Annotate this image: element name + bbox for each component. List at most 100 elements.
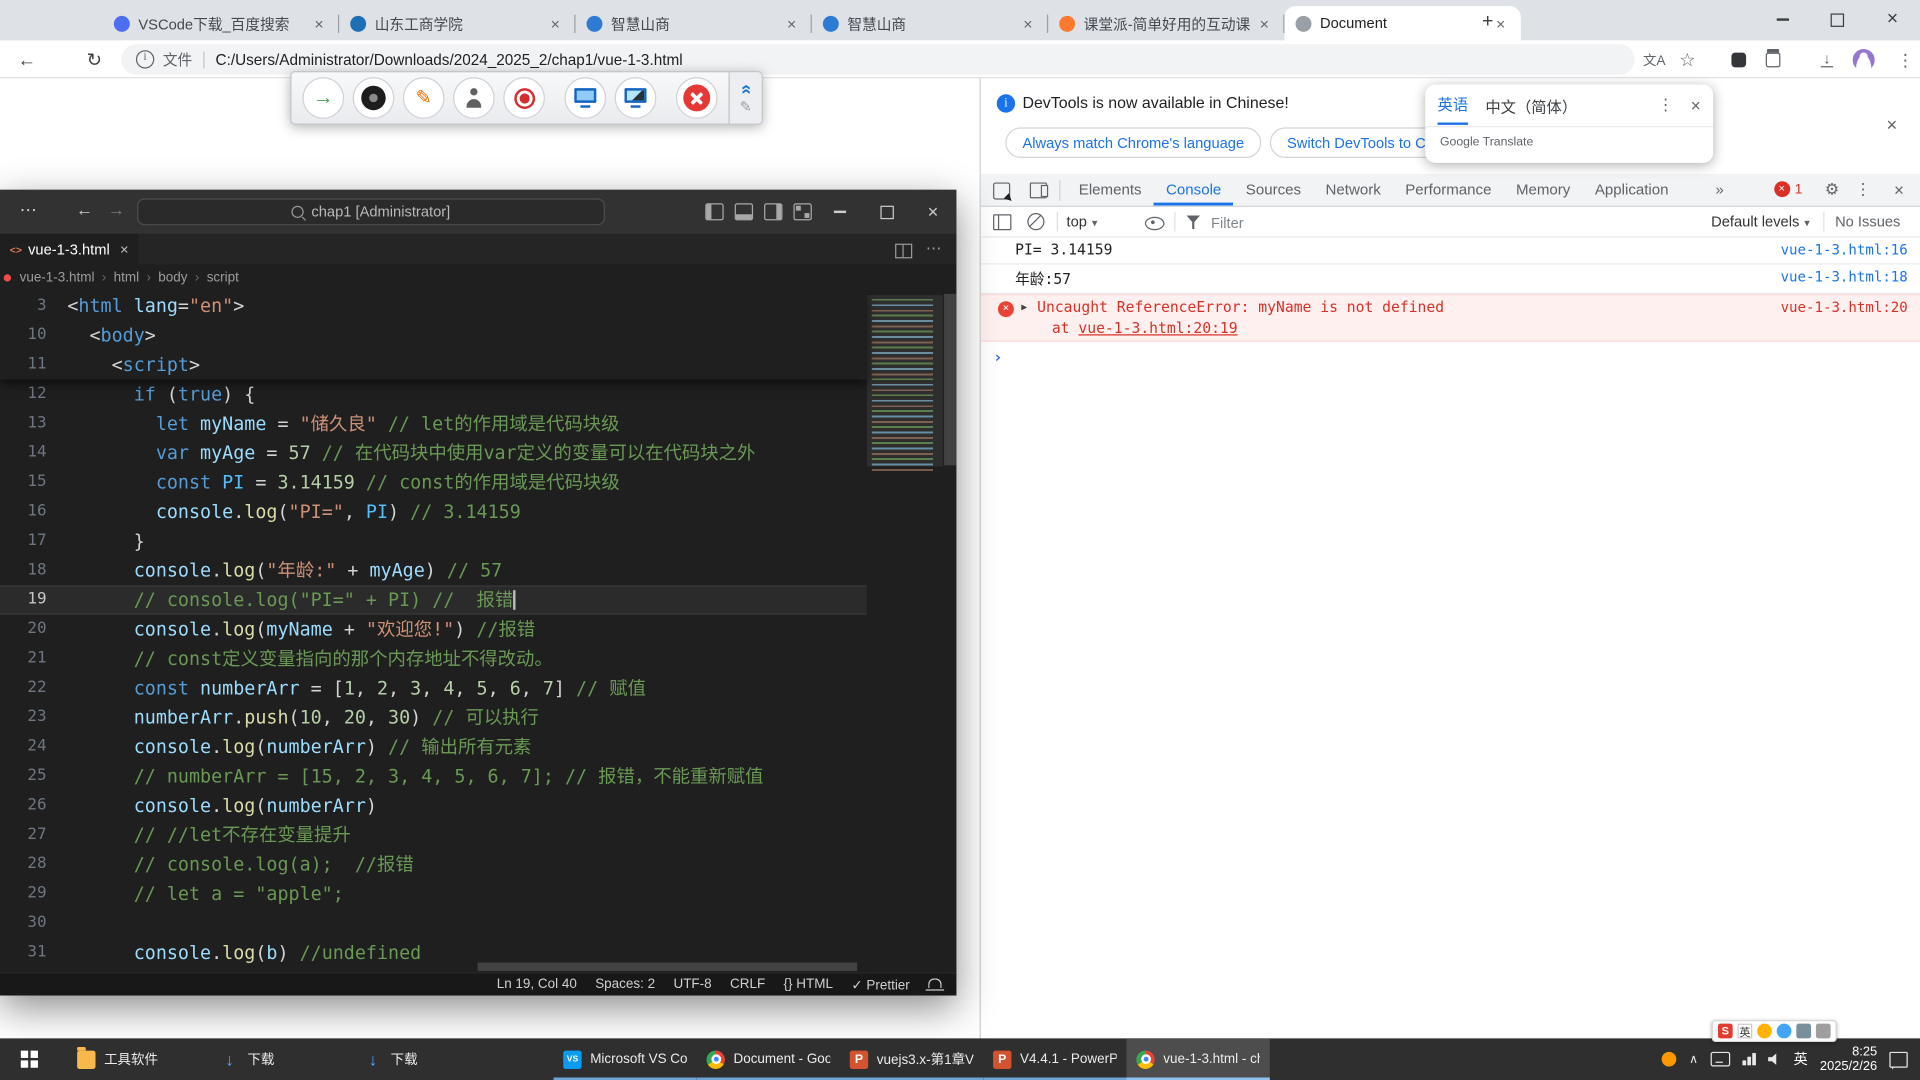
menu-icon[interactable]	[20, 200, 37, 221]
expand-triangle-icon[interactable]	[1021, 301, 1027, 312]
code-line[interactable]: 29 // let a = "apple";	[0, 879, 867, 908]
show-hidden-icons-chevron[interactable]	[1689, 1052, 1698, 1065]
status-bar-item[interactable]: {} HTML	[784, 977, 833, 993]
hidden-tray-app-icon[interactable]	[1662, 1052, 1677, 1067]
minimize-icon[interactable]	[1755, 0, 1810, 39]
devtools-tab[interactable]: Sources	[1234, 174, 1314, 206]
translate-icon[interactable]	[1642, 48, 1666, 72]
device-toolbar-icon[interactable]	[1030, 182, 1047, 198]
tab-close-icon[interactable]	[1255, 14, 1273, 32]
notifications-bell-icon[interactable]	[928, 978, 941, 988]
vertical-scrollbar[interactable]	[944, 294, 956, 465]
code-line[interactable]: 11 <script>	[0, 350, 867, 379]
live-expression-eye-icon[interactable]	[1145, 217, 1165, 230]
share-icon[interactable]	[302, 77, 344, 119]
status-bar-item[interactable]: ✓ Prettier	[851, 977, 909, 993]
clear-console-icon[interactable]	[1027, 213, 1044, 230]
inspect-element-icon[interactable]	[993, 182, 1010, 199]
taskbar-button[interactable]: 工具软件	[67, 1038, 210, 1080]
console-error-row[interactable]: Uncaught ReferenceError: myName is not d…	[981, 294, 1920, 342]
volume-icon[interactable]	[1768, 1052, 1781, 1065]
taskbar-button[interactable]: 下载	[354, 1038, 497, 1080]
devtools-tab[interactable]: Network	[1313, 174, 1393, 206]
taskbar-button[interactable]: vue-1-3.html - ch...	[1127, 1038, 1270, 1080]
devtools-tab[interactable]: Console	[1154, 174, 1234, 206]
new-tab-button[interactable]	[1474, 9, 1501, 36]
soft-keyboard-icon[interactable]	[1796, 1024, 1811, 1039]
devtools-menu-icon[interactable]	[1855, 180, 1871, 200]
toggle-primary-sidebar-icon[interactable]	[705, 203, 723, 220]
customize-layout-icon[interactable]	[793, 203, 811, 220]
extensions-puzzle-icon[interactable]	[1761, 48, 1785, 72]
code-line[interactable]: 18 console.log("年龄:" + myAge) // 57	[0, 556, 867, 585]
taskbar-button[interactable]: V4.4.1 - PowerPoi...	[983, 1038, 1126, 1080]
back-icon[interactable]	[76, 200, 93, 220]
taskbar-button[interactable]: Document - Goo...	[697, 1038, 840, 1080]
tab-close-icon[interactable]	[782, 14, 800, 32]
split-editor-icon[interactable]	[895, 244, 912, 259]
screen-select-icon[interactable]	[615, 77, 657, 119]
breadcrumb-item[interactable]: script	[188, 271, 239, 286]
source-link[interactable]: vue-1-3.html:20	[1781, 299, 1908, 316]
annotate-user-icon[interactable]	[453, 77, 495, 119]
console-filter-input[interactable]	[1209, 209, 1385, 236]
log-levels-selector[interactable]: Default levels	[1711, 207, 1810, 239]
code-line[interactable]: 17 }	[0, 527, 867, 556]
horizontal-scrollbar[interactable]	[478, 962, 858, 971]
touch-keyboard-icon[interactable]	[1710, 1052, 1730, 1067]
code-line[interactable]: 22 const numberArr = [1, 2, 3, 4, 5, 6, …	[0, 673, 867, 702]
code-line[interactable]: 27 // //let不存在变量提升	[0, 820, 867, 849]
match-language-button[interactable]: Always match Chrome's language	[1005, 127, 1261, 158]
status-bar-item[interactable]: Ln 19, Col 40	[497, 977, 577, 993]
devtools-tab[interactable]: Memory	[1504, 174, 1583, 206]
code-line[interactable]: 23 numberArr.push(10, 20, 30) // 可以执行	[0, 703, 867, 732]
tab-close-icon[interactable]	[546, 14, 564, 32]
status-bar-item[interactable]: UTF-8	[673, 977, 711, 993]
code-editor[interactable]: 3 <html lang="en"> 10 <body> 11 <script>	[0, 291, 956, 972]
close-icon[interactable]	[1865, 0, 1920, 39]
taskbar-button[interactable]: Microsoft VS Cod...	[553, 1038, 696, 1080]
code-line[interactable]: 10 <body>	[0, 321, 867, 350]
console-prompt-icon[interactable]	[981, 342, 1920, 375]
minimap[interactable]	[867, 291, 943, 972]
browser-tab[interactable]: VSCode下载_百度搜索	[103, 6, 339, 40]
console-log-row[interactable]: PI= 3.14159 vue-1-3.html:16	[981, 238, 1920, 265]
source-link[interactable]: vue-1-3.html:18	[1781, 268, 1908, 285]
code-line[interactable]: 13 let myName = "储久良" // let的作用域是代码块级	[0, 409, 867, 438]
bookmark-star-icon[interactable]	[1675, 48, 1699, 72]
translate-options-icon[interactable]	[1658, 96, 1674, 116]
command-center-search[interactable]: chap1 [Administrator]	[137, 198, 605, 225]
context-selector[interactable]: top	[1067, 207, 1098, 239]
forward-icon[interactable]	[108, 200, 125, 220]
taskbar-button[interactable]: 下载	[211, 1038, 354, 1080]
mic-icon[interactable]	[1777, 1024, 1792, 1039]
language-en-icon[interactable]: 英	[1738, 1024, 1753, 1039]
code-line[interactable]: 28 // console.log(a); //报错	[0, 850, 867, 879]
reload-icon[interactable]	[81, 47, 108, 74]
stack-source-link[interactable]: vue-1-3.html:20:19	[1078, 320, 1237, 337]
error-badge[interactable]: 1	[1774, 181, 1803, 197]
start-button[interactable]	[0, 1038, 59, 1080]
tab-close-icon[interactable]	[310, 14, 328, 32]
status-bar-item[interactable]: CRLF	[730, 977, 765, 993]
status-bar-item[interactable]: Spaces: 2	[595, 977, 655, 993]
switch-devtools-button[interactable]: Switch DevTools to Ch	[1270, 127, 1451, 158]
downloads-icon[interactable]	[1815, 48, 1839, 72]
close-icon[interactable]	[910, 190, 957, 234]
code-line[interactable]: 21 // const定义变量指向的那个内存地址不得改动。	[0, 644, 867, 673]
browser-menu-icon[interactable]	[1893, 48, 1917, 72]
code-lines[interactable]: 12 if (true) { 13 let myName = "储久良" // …	[0, 380, 867, 968]
back-icon[interactable]	[13, 47, 40, 74]
page-info-icon[interactable]	[136, 50, 154, 68]
devtools-tab[interactable]: Elements	[1067, 174, 1154, 206]
profile-avatar[interactable]	[1851, 48, 1875, 72]
pen-icon[interactable]	[403, 77, 445, 119]
translate-target-lang-tab[interactable]: 中文（简体）	[1485, 94, 1577, 117]
extension-icon[interactable]	[1727, 48, 1751, 72]
code-line[interactable]: 24 console.log(numberArr) // 输出所有元素	[0, 732, 867, 761]
tab-close-icon[interactable]	[120, 241, 129, 258]
code-line[interactable]: 16 console.log("PI=", PI) // 3.14159	[0, 497, 867, 526]
browser-tab[interactable]: 智慧山商	[812, 6, 1048, 40]
toggle-panel-icon[interactable]	[735, 203, 753, 220]
clock[interactable]: 8:25 2025/2/26	[1820, 1044, 1877, 1073]
